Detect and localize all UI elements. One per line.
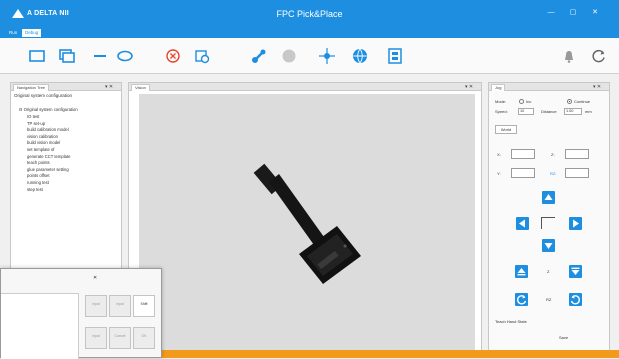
dialog-key-button[interactable]: Input — [85, 327, 107, 349]
jog-rz-cw-button[interactable] — [569, 293, 582, 306]
x-label: X: — [497, 152, 501, 157]
tree-item[interactable]: build vision model — [27, 140, 78, 145]
minimize-button[interactable]: — — [546, 9, 556, 17]
tree-item[interactable]: step test — [27, 187, 78, 192]
jog-y-minus-button[interactable] — [542, 239, 555, 252]
calibrate-icon[interactable] — [193, 47, 211, 65]
jog-x-plus-button[interactable] — [569, 217, 582, 230]
restore-button[interactable]: ▢ — [568, 9, 578, 17]
tab-debug[interactable]: Debug — [22, 29, 42, 37]
layers-icon[interactable] — [58, 47, 76, 65]
config-tree: ⊟ Original system configuration IO test … — [19, 107, 78, 193]
distance-label: Distance — [541, 109, 557, 114]
dialog-ok-button[interactable]: OK — [133, 327, 155, 349]
z-axis-label: Z — [547, 269, 550, 274]
unit-label: mm — [585, 109, 592, 114]
y-field[interactable] — [511, 168, 535, 178]
cancel-icon[interactable] — [164, 47, 182, 65]
continue-radio[interactable] — [567, 99, 572, 104]
app-window: A DELTA NII FPC Pick&Place — ▢ ✕ Run Deb… — [0, 0, 619, 359]
ellipse-icon[interactable] — [116, 47, 134, 65]
input-dialog: ✕ Input Input Shift Input Cancel OK — [0, 268, 162, 359]
globe-icon[interactable] — [351, 47, 369, 65]
speed-label: Speed: — [495, 109, 508, 114]
tree-root[interactable]: ⊟ Original system configuration — [19, 107, 78, 112]
inc-radio[interactable] — [519, 99, 524, 104]
refresh-icon[interactable] — [590, 47, 608, 65]
jog-y-plus-button[interactable] — [542, 191, 555, 204]
rz-field[interactable] — [565, 168, 589, 178]
vision-pane-header: Vision ▾ ✕ — [129, 83, 481, 91]
tree-item[interactable]: glue parameter setting — [27, 167, 78, 172]
rz-label: RZ: — [550, 171, 557, 176]
toolbar — [0, 38, 619, 74]
menu-tabs: Run Debug — [0, 28, 619, 38]
x-field[interactable] — [511, 149, 535, 159]
xy-origin-icon — [541, 217, 555, 229]
dialog-key-button[interactable]: Input — [109, 295, 131, 317]
window-icon[interactable] — [28, 47, 46, 65]
speed-stepper[interactable]: 10 — [518, 108, 534, 115]
close-button[interactable]: ✕ — [590, 9, 600, 17]
dialog-input-area[interactable] — [1, 293, 79, 359]
tab-jog[interactable]: Jog — [491, 84, 506, 91]
gray-circle-icon[interactable] — [280, 47, 298, 65]
continue-label: Continue — [574, 99, 591, 104]
pane-pin-close[interactable]: ▾ ✕ — [465, 84, 473, 90]
y-label: Y: — [497, 171, 501, 176]
z-field[interactable] — [565, 149, 589, 159]
fpc-part-image — [253, 163, 361, 284]
dialog-close-button[interactable]: ✕ — [93, 275, 97, 281]
tree-item[interactable]: set template of — [27, 147, 78, 152]
pane-pin-close[interactable]: ▾ ✕ — [105, 84, 113, 90]
tree-item[interactable]: build calibration model — [27, 127, 78, 132]
dialog-key-button[interactable]: Input — [85, 295, 107, 317]
report-icon[interactable] — [386, 47, 404, 65]
rz-axis-label: RZ — [546, 297, 552, 302]
tab-navigation-tree[interactable]: Navigation Tree — [13, 84, 50, 91]
tree-item[interactable]: teach points — [27, 160, 78, 165]
tree-item[interactable]: IO test — [27, 114, 78, 119]
tree-item[interactable]: generate CCT template — [27, 154, 78, 159]
line-icon[interactable] — [91, 47, 109, 65]
navigation-pane-header: Navigation Tree ▾ ✕ — [11, 83, 121, 91]
tree-item[interactable]: points offset — [27, 173, 78, 178]
camera-view[interactable] — [139, 94, 475, 356]
teach-hand-label: Teach Hand State — [495, 319, 527, 324]
tree-item[interactable]: vision calibration — [27, 134, 78, 139]
dialog-cancel-button[interactable]: Cancel — [109, 327, 131, 349]
tab-vision[interactable]: Vision — [131, 84, 150, 91]
pane-title: Original system configuration — [14, 93, 73, 98]
save-button[interactable]: Save — [559, 335, 568, 340]
tree-item[interactable]: TP set-up — [27, 121, 78, 126]
app-title: FPC Pick&Place — [276, 9, 343, 19]
status-bar — [160, 350, 619, 358]
crosshair-icon[interactable] — [318, 47, 336, 65]
jog-pane-header: Jog ▾ ✕ — [489, 83, 609, 91]
inc-label: Inc — [526, 99, 532, 104]
tab-world[interactable]: World — [495, 125, 517, 134]
distance-stepper[interactable]: 1.00 — [564, 108, 582, 115]
bell-icon[interactable] — [560, 47, 578, 65]
robot-arm-icon[interactable] — [250, 47, 268, 65]
jog-pane: Jog ▾ ✕ Mode: Inc Continue Speed: 10 Dis… — [488, 82, 610, 358]
jog-z-down-button[interactable] — [569, 265, 582, 278]
jog-x-minus-button[interactable] — [516, 217, 529, 230]
mode-label: Mode: — [495, 99, 507, 104]
jog-rz-ccw-button[interactable] — [515, 293, 528, 306]
jog-z-up-button[interactable] — [515, 265, 528, 278]
tab-run[interactable]: Run — [6, 29, 20, 37]
dialog-key-button[interactable]: Shift — [133, 295, 155, 317]
pane-pin-close[interactable]: ▾ ✕ — [593, 84, 601, 90]
z-label: Z: — [551, 152, 555, 157]
tree-item[interactable]: running test — [27, 180, 78, 185]
title-bar: A DELTA NII FPC Pick&Place — ▢ ✕ — [0, 0, 619, 28]
vision-pane: Vision ▾ ✕ — [128, 82, 482, 358]
